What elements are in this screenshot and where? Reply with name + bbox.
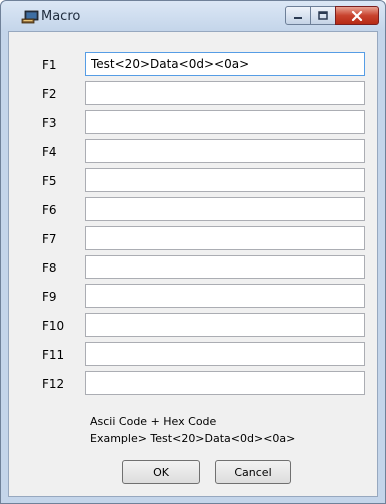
macro-dialog: Macro F1 Test<20>Data<0d><0a> F2 F3 F4 F… <box>0 0 386 504</box>
macro-input-f8[interactable] <box>85 255 365 279</box>
macro-input-f9[interactable] <box>85 284 365 308</box>
macro-input-f5[interactable] <box>85 168 365 192</box>
dialog-client-area: F1 F2 F3 F4 F5 F6 F7 F8 <box>8 31 378 497</box>
macro-row-f1: F1 <box>9 50 379 80</box>
hint-line-1: Ascii Code + Hex Code <box>90 415 217 428</box>
macro-row-f8: F8 <box>9 253 379 283</box>
macro-row-f6: F6 <box>9 195 379 225</box>
macro-row-f12: F12 <box>9 369 379 399</box>
macro-input-f3[interactable] <box>85 110 365 134</box>
hint-line-2: Example> Test<20>Data<0d><0a> <box>90 432 296 445</box>
macro-app-icon <box>21 10 39 24</box>
macro-label-f2: F2 <box>42 87 57 101</box>
macro-label-f10: F10 <box>42 319 65 333</box>
title-bar[interactable]: Macro <box>1 1 385 31</box>
minimize-icon <box>294 16 302 19</box>
macro-row-f11: F11 <box>9 340 379 370</box>
macro-input-f6[interactable] <box>85 197 365 221</box>
minimize-button[interactable] <box>285 6 311 25</box>
macro-label-f5: F5 <box>42 174 57 188</box>
macro-label-f9: F9 <box>42 290 57 304</box>
maximize-button[interactable] <box>310 6 336 25</box>
macro-row-f9: F9 <box>9 282 379 312</box>
macro-label-f8: F8 <box>42 261 57 275</box>
macro-label-f4: F4 <box>42 145 57 159</box>
macro-input-f4[interactable] <box>85 139 365 163</box>
macro-label-f1: F1 <box>42 58 57 72</box>
close-button[interactable] <box>335 6 379 25</box>
window-title: Macro <box>41 9 81 24</box>
macro-input-f12[interactable] <box>85 371 365 395</box>
close-icon <box>351 10 363 21</box>
maximize-icon <box>318 11 328 20</box>
macro-row-f7: F7 <box>9 224 379 254</box>
macro-input-f11[interactable] <box>85 342 365 366</box>
macro-row-f3: F3 <box>9 108 379 138</box>
cancel-button[interactable]: Cancel <box>215 460 291 484</box>
macro-row-f5: F5 <box>9 166 379 196</box>
macro-input-f2[interactable] <box>85 81 365 105</box>
macro-label-f7: F7 <box>42 232 57 246</box>
macro-row-f4: F4 <box>9 137 379 167</box>
macro-row-f2: F2 <box>9 79 379 109</box>
macro-input-f10[interactable] <box>85 313 365 337</box>
macro-label-f6: F6 <box>42 203 57 217</box>
macro-label-f12: F12 <box>42 377 65 391</box>
ok-button[interactable]: OK <box>122 460 200 484</box>
macro-label-f11: F11 <box>42 348 65 362</box>
macro-row-f10: F10 <box>9 311 379 341</box>
caption-buttons <box>285 6 379 26</box>
macro-input-f7[interactable] <box>85 226 365 250</box>
macro-label-f3: F3 <box>42 116 57 130</box>
macro-input-f1[interactable] <box>85 52 365 76</box>
